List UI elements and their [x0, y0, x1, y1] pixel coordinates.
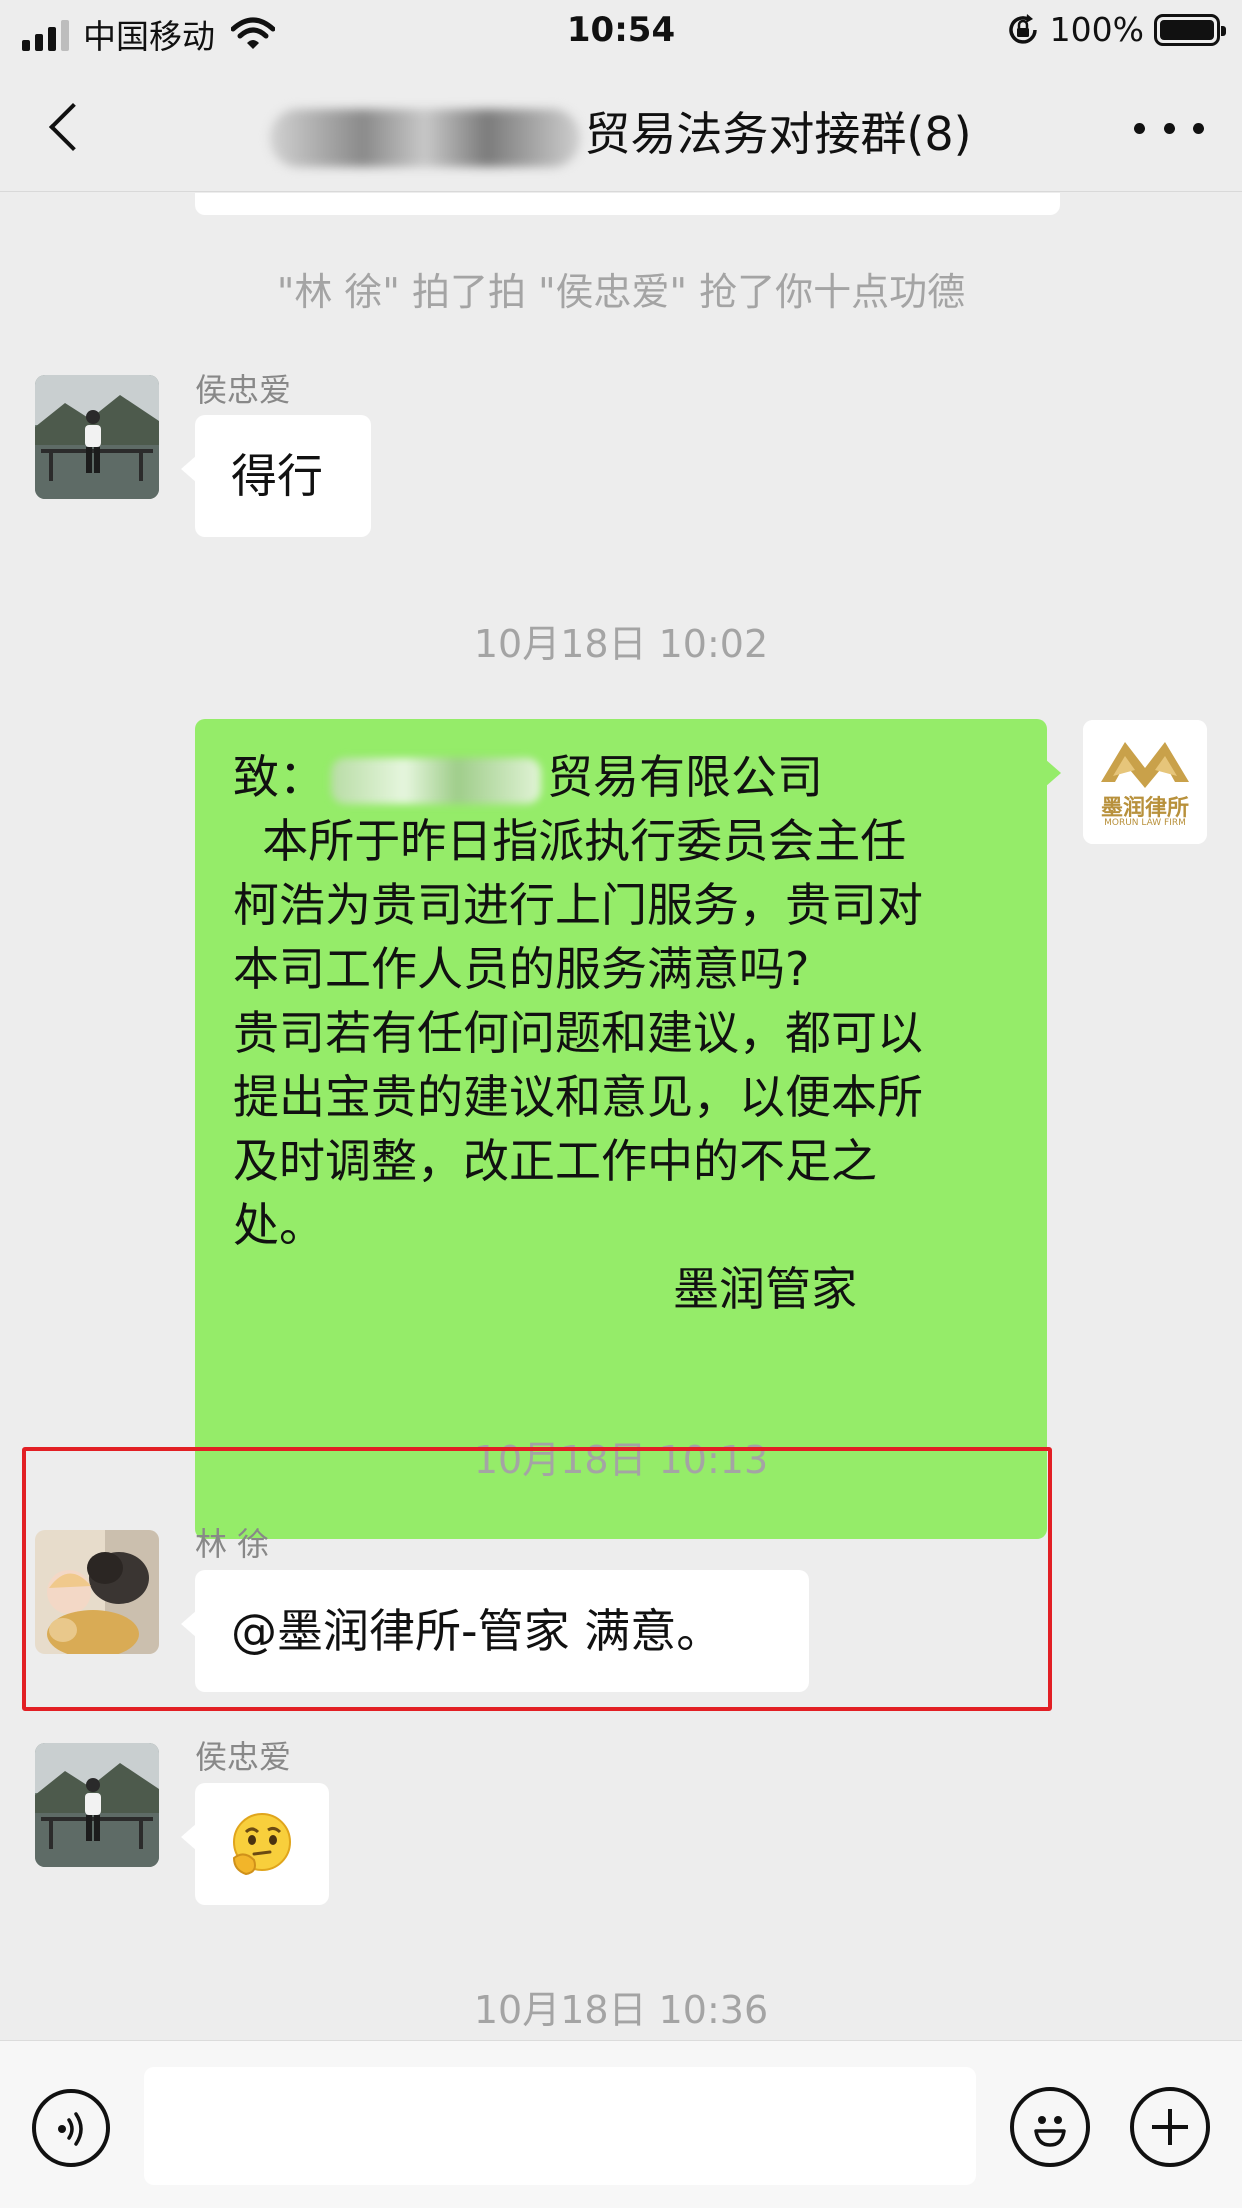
- message-line: 处。: [233, 1198, 325, 1252]
- rotation-lock-icon: [1008, 13, 1037, 44]
- message-bubble[interactable]: [181, 1783, 329, 1905]
- chat-title-text: 贸易法务对接群(8): [584, 107, 972, 161]
- plus-icon[interactable]: [1130, 2087, 1210, 2167]
- avatar-hou-zhongai[interactable]: [35, 1743, 159, 1867]
- message-line: 贵司若有任何问题和建议，都可以: [233, 1006, 923, 1060]
- message-line: 柯浩为贵司进行上门服务，贵司对: [233, 878, 923, 932]
- message-line: 本司工作人员的服务满意吗?: [233, 942, 810, 996]
- timestamp: 10月18日 10:36: [473, 1988, 769, 2032]
- avatar-morun-law[interactable]: 墨润律所 MORUN LAW FIRM: [1083, 720, 1207, 844]
- timestamp: 10月18日 10:02: [473, 622, 769, 666]
- avatar-photo-icon: [35, 1743, 159, 1867]
- sender-name: 侯忠爱: [195, 371, 292, 409]
- sent-message-bubble[interactable]: 致： 贸易有限公司 本所于昨日指派执行委员会主任 柯浩为贵司进行上门服务，贵司对 …: [195, 719, 1061, 1539]
- avatar-photo-icon: [35, 375, 159, 499]
- emoji-icon[interactable]: [1010, 2087, 1090, 2167]
- previous-message-bubble[interactable]: [195, 193, 1060, 215]
- thinking-face-emoji-icon: [232, 1813, 291, 1876]
- voice-wave-icon: [58, 2112, 83, 2146]
- highlight-annotation-box: [22, 1447, 1052, 1711]
- pat-notice: "林 徐" 拍了拍 "侯忠爱" 抢了你十点功德: [276, 270, 966, 314]
- message-input[interactable]: [144, 2067, 976, 2185]
- sender-name: 侯忠爱: [195, 1738, 292, 1776]
- chat-title[interactable]: 贸易法务对接群(8): [0, 98, 1242, 167]
- chat-header: 贸易法务对接群(8): [0, 62, 1242, 192]
- battery-percent: 100%: [1049, 10, 1144, 49]
- message-line: 致： 贸易有限公司: [233, 745, 1009, 809]
- message-line: 及时调整，改正工作中的不足之: [233, 1134, 877, 1188]
- message-bubble[interactable]: 得行: [181, 415, 371, 537]
- message-list[interactable]: "林 徐" 拍了拍 "侯忠爱" 抢了你十点功德 侯忠爱 得行 10月18日 10…: [0, 193, 1242, 2040]
- message-text: 得行: [231, 449, 323, 503]
- message-fragment: 贸易有限公司: [547, 750, 823, 804]
- battery-icon: [1154, 13, 1226, 46]
- message-line: 本所于昨日指派执行委员会主任: [233, 814, 907, 868]
- message-fragment: 致：: [233, 750, 325, 804]
- law-firm-logo-subtext: MORUN LAW FIRM: [1104, 818, 1186, 828]
- status-bar: 中国移动 10:54 100%: [0, 0, 1242, 62]
- redacted-group-name: [270, 108, 581, 167]
- message-signature: 墨润管家: [673, 1262, 857, 1316]
- smiley-face-icon: [1034, 2116, 1066, 2147]
- voice-input-icon[interactable]: [32, 2089, 110, 2167]
- status-right: 100%: [1006, 10, 1226, 49]
- message-line: 提出宝贵的建议和意见，以便本所: [233, 1070, 923, 1124]
- chat-screen: 中国移动 10:54 100% 贸易法务对接群(8) "林 徐" 拍了拍 "侯忠…: [0, 0, 1242, 2208]
- redacted-company-name: [331, 757, 541, 804]
- more-icon[interactable]: [1134, 110, 1204, 146]
- input-bar: [0, 2040, 1242, 2208]
- avatar-hou-zhongai[interactable]: [35, 375, 159, 499]
